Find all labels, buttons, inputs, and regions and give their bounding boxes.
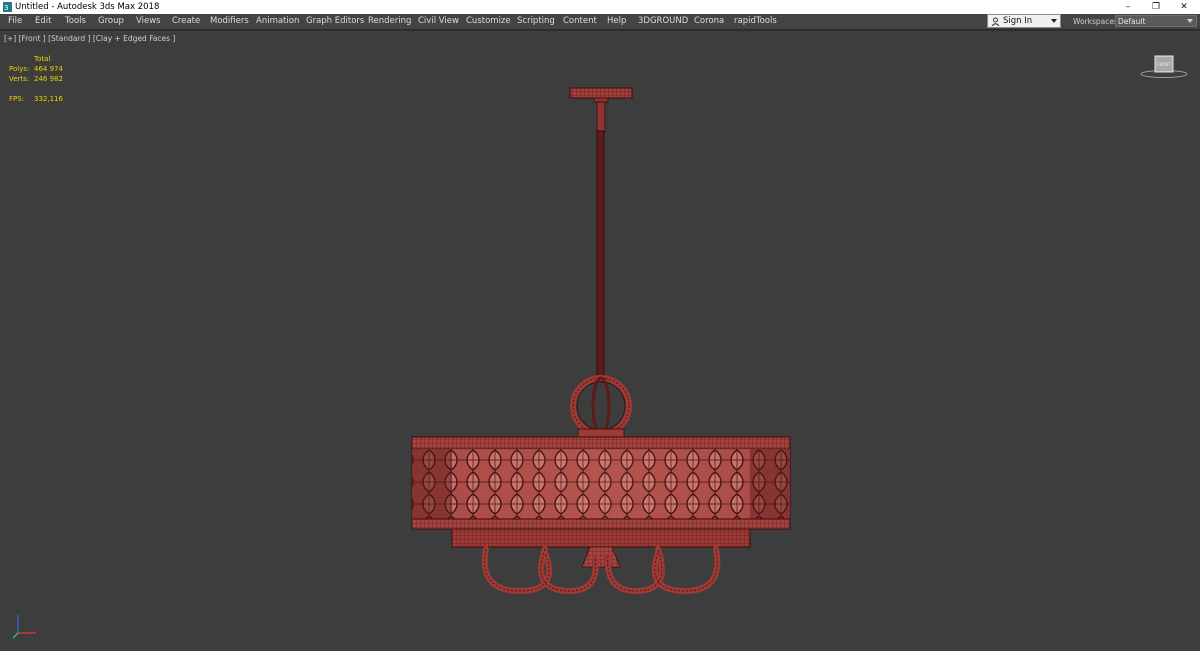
minimize-button[interactable]: – [1114, 0, 1142, 14]
menu-rendering[interactable]: Rendering [368, 14, 411, 29]
title-bar: 3 Untitled - Autodesk 3ds Max 2018 – ❐ ✕ [0, 0, 1200, 14]
menu-graph-editors[interactable]: Graph Editors [306, 14, 364, 29]
menu-group[interactable]: Group [98, 14, 124, 29]
workspaces-label: Workspaces: [1073, 17, 1121, 26]
restore-button[interactable]: ❐ [1142, 0, 1170, 14]
sign-in-label: Sign In [1003, 16, 1033, 26]
workspaces-value: Default [1118, 17, 1146, 26]
menu-3dground[interactable]: 3DGROUND [638, 14, 688, 29]
menu-views[interactable]: Views [136, 14, 161, 29]
menu-help[interactable]: Help [607, 14, 626, 29]
menu-create[interactable]: Create [172, 14, 200, 29]
window-title: Untitled - Autodesk 3ds Max 2018 [15, 2, 160, 12]
close-button[interactable]: ✕ [1170, 0, 1198, 14]
menu-rapidtools[interactable]: rapidTools [734, 14, 777, 29]
chevron-down-icon [1051, 19, 1057, 23]
3ds-max-icon: 3 [3, 2, 12, 12]
sign-in-dropdown[interactable]: Sign In [987, 14, 1061, 28]
menu-content[interactable]: Content [563, 14, 597, 29]
axis-tripod-icon [12, 615, 36, 639]
menu-modifiers[interactable]: Modifiers [210, 14, 249, 29]
front-viewport[interactable]: [+] [Front ] [Standard ] [Clay + Edged F… [0, 30, 1200, 650]
menu-civil-view[interactable]: Civil View [418, 14, 459, 29]
user-icon [991, 17, 1000, 26]
menu-corona[interactable]: Corona [694, 14, 724, 29]
menu-animation[interactable]: Animation [256, 14, 299, 29]
workspaces-select[interactable]: Default [1115, 15, 1197, 27]
menu-customize[interactable]: Customize [466, 14, 511, 29]
menu-scripting[interactable]: Scripting [517, 14, 555, 29]
svg-text:3: 3 [4, 4, 8, 12]
menu-edit[interactable]: Edit [35, 14, 51, 29]
menu-file[interactable]: File [8, 14, 22, 29]
chevron-down-icon [1187, 19, 1193, 23]
chandelier-model[interactable] [0, 31, 1200, 651]
menu-tools[interactable]: Tools [65, 14, 86, 29]
